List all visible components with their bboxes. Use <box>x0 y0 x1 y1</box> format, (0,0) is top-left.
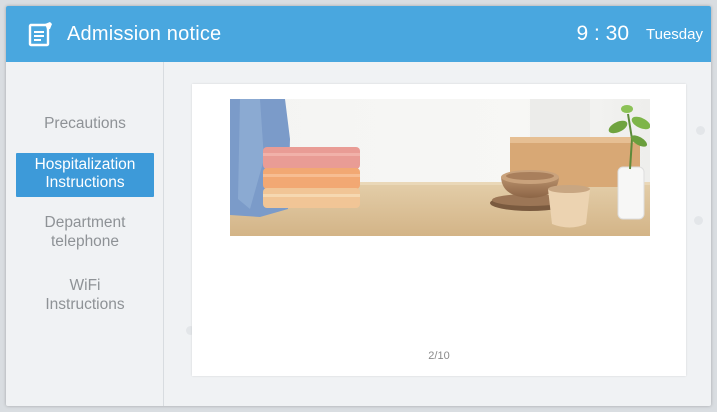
sidebar-item-wifi-instructions[interactable]: WiFi Instructions <box>35 276 135 316</box>
edit-document-icon <box>28 22 52 47</box>
page-indicator: 2/10 <box>428 350 450 362</box>
header-bar: Admission notice 9 : 30 Tuesday <box>6 6 711 62</box>
sidebar-item-department-telephone[interactable]: Department telephone <box>16 213 154 253</box>
app-window: Admission notice 9 : 30 Tuesday Precauti… <box>6 6 711 406</box>
towels-and-tableware-photo[interactable] <box>230 99 650 236</box>
clock-time: 9 : 30 <box>576 22 629 45</box>
page-title: Admission notice <box>67 23 222 45</box>
content-card: 2/10 <box>192 84 686 376</box>
sidebar-item-precautions[interactable]: Precautions <box>16 113 154 135</box>
background-dot <box>696 126 705 135</box>
background-dot <box>694 216 703 225</box>
sidebar-item-hospitalization-instructions[interactable]: Hospitalization Instructions <box>16 153 154 197</box>
weekday-label: Tuesday <box>646 26 703 43</box>
sidebar: Precautions Hospitalization Instructions… <box>6 62 164 406</box>
